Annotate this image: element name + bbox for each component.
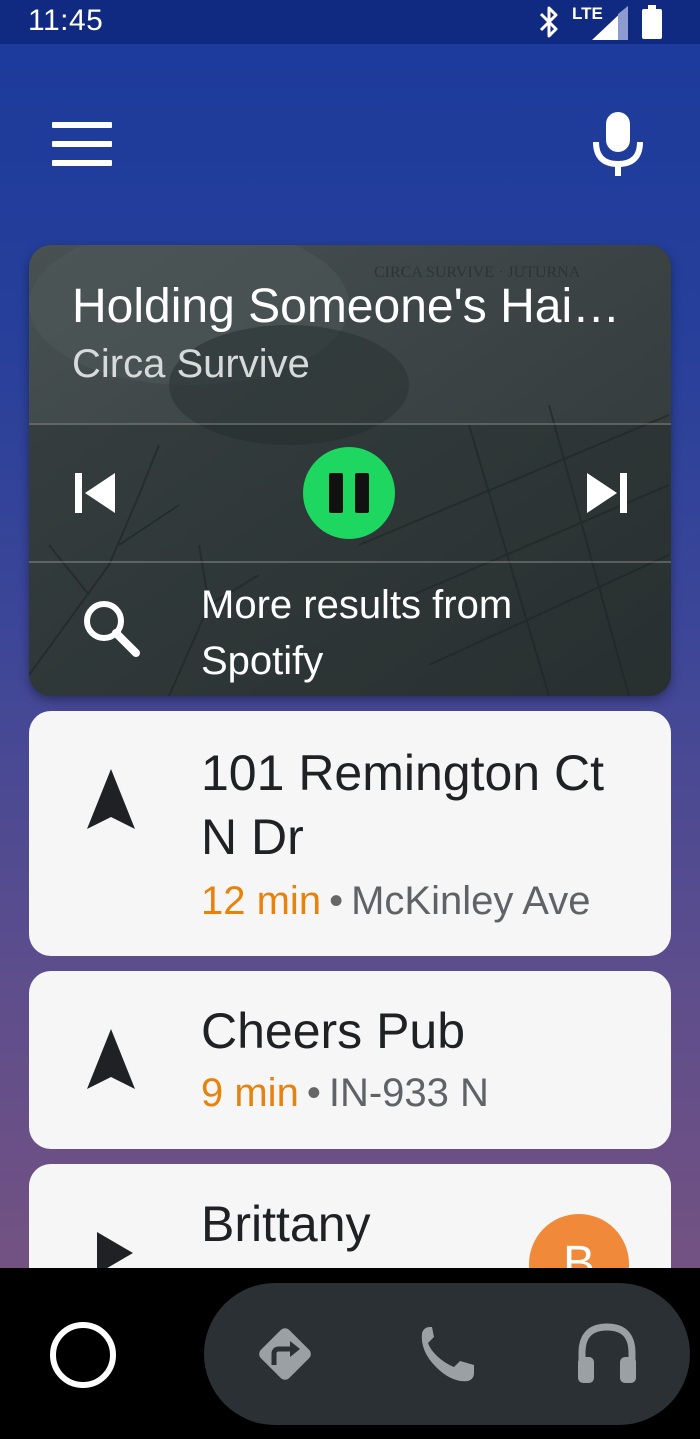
separator-dot: • (329, 879, 344, 923)
skip-next-button[interactable] (581, 471, 629, 515)
more-results-button[interactable]: More results from Spotify (29, 563, 671, 696)
navigation-button[interactable] (252, 1321, 318, 1387)
status-time: 11:45 (28, 4, 104, 37)
track-artist: Circa Survive (72, 342, 310, 386)
app-dock (204, 1283, 690, 1425)
skip-previous-button[interactable] (73, 471, 121, 515)
play-icon (97, 1232, 133, 1268)
destination-details: 12 min • McKinley Ave (201, 877, 590, 925)
status-icons: LTE (538, 4, 662, 40)
media-button[interactable] (574, 1321, 640, 1387)
lte-label: LTE (572, 4, 603, 23)
phone-icon (421, 1327, 474, 1382)
pause-button[interactable] (303, 447, 395, 539)
home-button[interactable] (50, 1322, 116, 1388)
menu-button[interactable] (52, 122, 112, 168)
bottom-nav-bar (0, 1268, 700, 1439)
phone-button[interactable] (414, 1321, 480, 1387)
status-bar: 11:45 LTE (0, 0, 700, 44)
navigation-suggestion-card[interactable]: 101 Remington Ct N Dr 12 min • McKinley Av… (29, 711, 671, 956)
more-results-label: More results from Spotify (201, 583, 513, 683)
menu-icon (52, 122, 112, 166)
eta-text: 12 min (201, 879, 322, 923)
street-text: McKinley Ave (351, 879, 591, 923)
mic-icon (593, 112, 643, 176)
navigation-suggestion-card[interactable]: Cheers Pub 9 min • IN-933 N (29, 971, 671, 1149)
media-divider (29, 423, 671, 425)
media-card[interactable]: CIRCA SURVIVE · JUTURNA Holding Someone'… (29, 245, 671, 696)
battery-icon (642, 5, 662, 39)
lte-signal-icon: LTE (572, 4, 628, 40)
pause-icon (329, 473, 343, 513)
media-suggestion-card[interactable]: Brittany B (29, 1164, 671, 1268)
street-text: IN-933 N (328, 1071, 489, 1115)
skip-previous-icon (75, 473, 115, 513)
android-auto-screen: 11:45 LTE CIRCA SURVIVE · JUTURNA Holdin… (0, 0, 700, 1268)
bluetooth-icon (539, 6, 558, 38)
destination-title: 101 Remington Ct N Dr (201, 745, 605, 865)
navigation-icon (259, 1328, 311, 1380)
separator-dot: • (306, 1071, 321, 1115)
destination-details: 9 min • IN-933 N (201, 1069, 489, 1117)
navigation-arrow-icon (87, 1029, 135, 1089)
headphones-icon (578, 1323, 636, 1383)
search-icon (84, 601, 140, 657)
track-title: Holding Someone's Hai… (72, 280, 621, 333)
destination-title: Cheers Pub (201, 1003, 466, 1059)
navigation-arrow-icon (87, 769, 135, 829)
eta-text: 9 min (201, 1071, 299, 1115)
voice-button[interactable] (590, 110, 646, 178)
skip-next-icon (587, 473, 627, 513)
